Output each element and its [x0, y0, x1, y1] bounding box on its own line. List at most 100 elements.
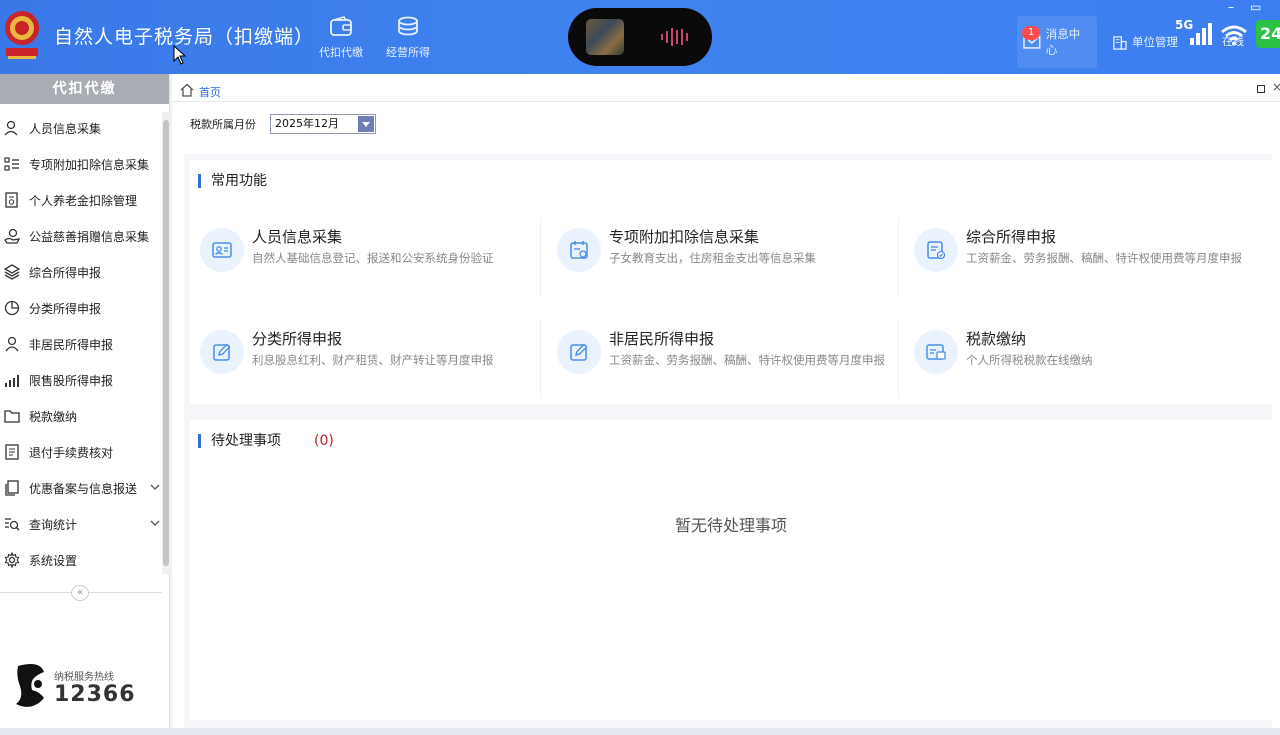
camera-thumbnail: [586, 19, 624, 55]
todo-empty-message: 暂无待处理事项: [674, 516, 787, 535]
tab-withholding-label: 代扣代缴: [319, 46, 363, 59]
stock-chart-icon: [5, 375, 19, 387]
card-icon-wrap: [914, 228, 958, 272]
maximize-button[interactable]: ▭: [1250, 0, 1261, 14]
card-divider: [898, 320, 899, 398]
sidebar-item-nonresident-income[interactable]: 非居民所得申报: [0, 326, 162, 362]
donation-icon: [4, 228, 20, 244]
sidebar-item-special-deduction[interactable]: 专项附加扣除信息采集: [0, 146, 162, 182]
sidebar-item-pension[interactable]: 个人养老金扣除管理: [0, 182, 162, 218]
edit-icon: [570, 343, 588, 361]
sidebar-item-query-stats[interactable]: 查询统计: [0, 506, 162, 542]
sidebar-item-label: 分类所得申报: [29, 301, 102, 316]
todo-title: 待处理事项: [198, 434, 281, 448]
sidebar-scrollbar[interactable]: [162, 112, 170, 574]
top-header: 自然人电子税务局（扣缴端） 代扣代缴 经营所得 消息中心 1 单位管理 5G 在…: [0, 0, 1280, 74]
mouse-cursor-icon: [173, 45, 187, 65]
hotline-number: 12366: [54, 682, 136, 707]
card-personnel-info[interactable]: 人员信息采集 自然人基础信息登记、报送和公安系统身份验证: [194, 218, 534, 296]
sidebar-item-donation[interactable]: 公益慈善捐赠信息采集: [0, 218, 162, 254]
chevron-down-icon: [150, 520, 160, 526]
sidebar-menu: 人员信息采集 专项附加扣除信息采集 个人养老金扣除管理 公益慈善捐赠信息采集 综…: [0, 110, 162, 578]
sidebar-scrollbar-thumb[interactable]: [163, 120, 169, 566]
card-icon-wrap: [557, 330, 601, 374]
sidebar-item-tax-payment[interactable]: 税款缴纳: [0, 398, 162, 434]
card-description: 工资薪金、劳务报酬、稿酬、特许权使用费等月度申报: [609, 353, 885, 367]
online-status-label: 在线: [1222, 35, 1244, 48]
receipt-icon: [5, 444, 19, 460]
sidebar-item-label: 综合所得申报: [29, 265, 102, 280]
tax-emblem-logo: [5, 11, 39, 59]
card-divider: [540, 320, 541, 398]
tab-withholding[interactable]: 代扣代缴: [311, 16, 371, 60]
message-count-badge: 1: [1022, 26, 1040, 40]
breadcrumb-home[interactable]: 首页: [199, 84, 221, 100]
card-special-deduction[interactable]: 专项附加扣除信息采集 子女教育支出，住房租金支出等信息采集: [551, 218, 891, 296]
pension-icon: [5, 192, 18, 208]
sidebar-collapse-button[interactable]: «: [71, 585, 89, 601]
camera-overlay: [568, 8, 712, 66]
pie-icon: [4, 300, 20, 316]
edit-icon: [213, 343, 231, 361]
restore-panel-icon[interactable]: [1257, 85, 1265, 93]
hotline-phone-icon: [16, 664, 44, 707]
sidebar-item-label: 非居民所得申报: [29, 337, 114, 352]
sidebar-item-label: 限售股所得申报: [29, 373, 114, 388]
minimize-button[interactable]: –: [1228, 0, 1234, 14]
card-icon-wrap: [200, 330, 244, 374]
sidebar-item-label: 税款缴纳: [29, 409, 78, 424]
sidebar-item-comprehensive-income[interactable]: 综合所得申报: [0, 254, 162, 290]
sidebar: 代扣代缴 人员信息采集 专项附加扣除信息采集 个人养老金扣除管理 公益慈善捐赠信…: [0, 74, 170, 735]
card-description: 子女教育支出，住房租金支出等信息采集: [609, 251, 816, 265]
message-center-button[interactable]: 消息中心: [1017, 16, 1097, 68]
sidebar-item-personnel-info[interactable]: 人员信息采集: [0, 110, 162, 146]
coins-icon: [398, 16, 418, 36]
common-functions-title: 常用功能: [198, 174, 267, 188]
card-divider: [540, 218, 541, 296]
card-title: 专项附加扣除信息采集: [609, 228, 760, 246]
sidebar-item-refund-fee[interactable]: 退付手续费核对: [0, 434, 162, 470]
hotline-block: 纳税服务热线 12366: [10, 662, 160, 712]
sidebar-header: 代扣代缴: [0, 74, 169, 104]
message-center-label: 消息中心: [1045, 27, 1081, 57]
card-comprehensive-income[interactable]: 综合所得申报 工资薪金、劳务报酬、稿酬、特许权使用费等月度申报: [908, 218, 1248, 296]
card-title: 分类所得申报: [252, 330, 343, 348]
sidebar-item-label: 个人养老金扣除管理: [29, 193, 138, 208]
gear-icon: [4, 552, 20, 568]
search-list-icon: [5, 518, 20, 531]
sidebar-item-system-settings[interactable]: 系统设置: [0, 542, 162, 578]
card-classified-income[interactable]: 分类所得申报 利息股息红利、财产租赁、财产转让等月度申报: [194, 320, 534, 398]
card-title: 人员信息采集: [252, 228, 343, 246]
home-icon[interactable]: [180, 83, 194, 97]
card-description: 利息股息红利、财产租赁、财产转让等月度申报: [252, 353, 494, 367]
layers-icon: [4, 264, 20, 280]
card-nonresident-income[interactable]: 非居民所得申报 工资薪金、劳务报酬、稿酬、特许权使用费等月度申报: [551, 320, 891, 398]
sidebar-item-classified-income[interactable]: 分类所得申报: [0, 290, 162, 326]
todo-panel: 待处理事项 (0) 暂无待处理事项: [190, 420, 1272, 720]
card-icon-wrap: [557, 228, 601, 272]
sidebar-item-label: 人员信息采集: [29, 121, 102, 136]
unit-management-button[interactable]: 单位管理: [1106, 16, 1184, 68]
close-panel-icon[interactable]: ×: [1272, 80, 1280, 94]
user-icon: [5, 336, 19, 352]
building-icon: [1113, 35, 1127, 50]
battery-indicator: 24: [1256, 20, 1280, 48]
audio-wave-icon: [661, 28, 688, 46]
tax-period-select[interactable]: 2025年12月: [270, 114, 376, 134]
main-content: 首页 × 税款所属月份 2025年12月 常用功能 人员信息采集 自然人基础信息…: [172, 74, 1280, 735]
online-status: 在线: [1210, 26, 1244, 56]
sidebar-item-preferential-filing[interactable]: 优惠备案与信息报送: [0, 470, 162, 506]
folder-icon: [4, 410, 20, 423]
sidebar-item-label: 公益慈善捐赠信息采集: [29, 229, 150, 244]
payment-icon: [926, 344, 946, 360]
dropdown-arrow-icon[interactable]: [358, 116, 374, 132]
unit-management-label: 单位管理: [1132, 35, 1178, 49]
person-icon: [4, 120, 18, 136]
card-tax-payment[interactable]: 税款缴纳 个人所得税税款在线缴纳: [908, 320, 1248, 398]
sidebar-item-restricted-stock[interactable]: 限售股所得申报: [0, 362, 162, 398]
card-description: 个人所得税税款在线缴纳: [966, 353, 1093, 367]
sidebar-item-label: 退付手续费核对: [29, 445, 114, 460]
tab-business-income[interactable]: 经营所得: [378, 16, 438, 60]
form-check-icon: [927, 241, 946, 260]
sidebar-item-label: 系统设置: [29, 553, 78, 568]
